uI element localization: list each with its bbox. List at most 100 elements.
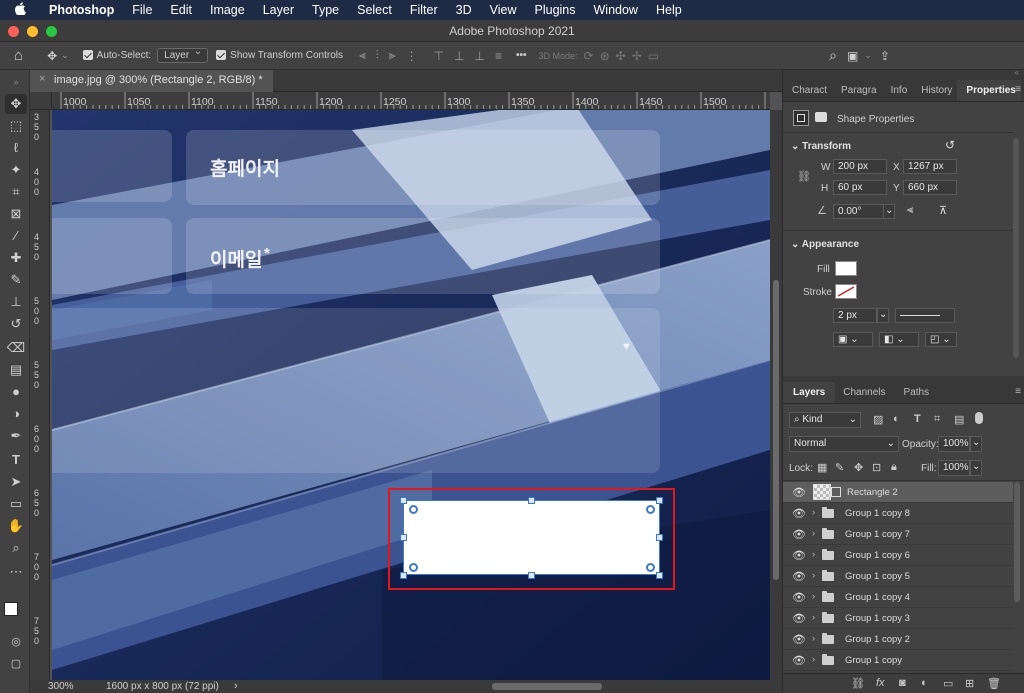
distribute-icon[interactable]: ⋮ — [406, 49, 418, 63]
stroke-type-dropdown[interactable] — [895, 308, 955, 323]
opacity-dropdown[interactable]: ⌄ — [970, 436, 982, 452]
dodge-tool-icon[interactable]: ◑ — [5, 404, 27, 424]
collapse-panels-icon[interactable]: « — [1015, 68, 1019, 77]
3d-pan-icon[interactable]: ✣ — [616, 49, 626, 63]
visibility-eye-icon[interactable]: 👁︎ — [792, 633, 806, 646]
fill-color-swatch[interactable] — [835, 261, 857, 276]
shape-properties-icon[interactable] — [793, 110, 809, 126]
menu-select[interactable]: Select — [348, 3, 401, 17]
move-tool-icon[interactable]: ✥ — [5, 94, 27, 114]
layer-row-group[interactable]: 👁︎ › Group 1 copy 8 — [783, 503, 1013, 524]
align-right-icon[interactable]: ⫸ — [389, 48, 396, 63]
filter-shape-icon[interactable]: ⌗ — [934, 413, 940, 426]
zoom-tool-icon[interactable]: ⌕ — [5, 538, 27, 558]
properties-scrollbar[interactable] — [1013, 138, 1019, 358]
delete-layer-icon[interactable]: 🗑︎ — [987, 677, 1001, 690]
width-field[interactable]: 200 px — [833, 159, 887, 174]
tab-info[interactable]: Info — [882, 80, 913, 101]
menu-plugins[interactable]: Plugins — [526, 3, 585, 17]
rectangle-tool-icon[interactable]: ▭ — [5, 494, 27, 514]
healing-brush-tool-icon[interactable]: ✚ — [5, 248, 27, 268]
filter-toggle[interactable] — [975, 412, 983, 424]
expand-group-icon[interactable]: › — [812, 528, 815, 539]
menu-layer[interactable]: Layer — [254, 3, 303, 17]
layers-scrollbar[interactable] — [1014, 482, 1020, 602]
expand-group-icon[interactable]: › — [812, 654, 815, 665]
expand-group-icon[interactable]: › — [812, 612, 815, 623]
transform-handle[interactable] — [656, 534, 663, 541]
expand-group-icon[interactable]: › — [812, 570, 815, 581]
distribute-vertical-icon[interactable]: ≡ — [495, 49, 502, 63]
mask-properties-icon[interactable] — [815, 112, 827, 122]
menu-edit[interactable]: Edit — [161, 3, 201, 17]
stroke-align-dropdown[interactable]: ▣ ⌄ — [833, 332, 873, 347]
share-icon[interactable]: ⇪ — [880, 49, 890, 63]
lock-artboard-icon[interactable]: ⊡ — [872, 461, 881, 474]
visibility-eye-icon[interactable]: 👁︎ — [792, 486, 806, 499]
auto-select-dropdown[interactable]: Layer — [157, 46, 209, 63]
transform-handle[interactable] — [528, 497, 535, 504]
reset-transform-icon[interactable]: ↺ — [945, 138, 955, 152]
home-icon[interactable]: ⌂ — [14, 47, 23, 64]
tab-history[interactable]: History — [912, 80, 957, 101]
visibility-eye-icon[interactable]: 👁︎ — [792, 507, 806, 520]
3d-roll-icon[interactable]: ⊛ — [600, 49, 610, 63]
path-selection-tool-icon[interactable]: ➤ — [5, 472, 27, 492]
fill-opacity-field[interactable]: 100% — [938, 460, 970, 476]
flip-vertical-icon[interactable]: ⊼ — [939, 204, 947, 217]
expand-group-icon[interactable]: › — [812, 633, 815, 644]
frame-tool-icon[interactable]: ⊠ — [5, 204, 27, 224]
apple-menu-icon[interactable] — [0, 2, 40, 18]
link-layers-icon[interactable]: ⛓ — [851, 677, 865, 690]
canvas-vertical-scrollbar[interactable] — [770, 110, 782, 680]
y-field[interactable]: 660 px — [903, 180, 957, 195]
tab-paragraph[interactable]: Paragra — [832, 80, 882, 101]
stroke-color-swatch[interactable] — [835, 284, 857, 299]
menu-3d[interactable]: 3D — [447, 3, 481, 17]
angle-dropdown[interactable]: ⌄ — [883, 204, 895, 219]
lasso-tool-icon[interactable]: ℓ — [5, 138, 27, 158]
transform-handle[interactable] — [656, 497, 663, 504]
gradient-tool-icon[interactable]: ▤ — [5, 360, 27, 380]
horizontal-ruler[interactable]: 1000 1050 1100 1150 1200 1250 1300 1350 … — [52, 92, 770, 110]
menu-image[interactable]: Image — [201, 3, 254, 17]
visibility-eye-icon[interactable]: 👁︎ — [792, 528, 806, 541]
menu-file[interactable]: File — [123, 3, 161, 17]
align-top-icon[interactable]: ⊤ — [434, 49, 444, 63]
foreground-color-swatch[interactable] — [4, 602, 18, 616]
blur-tool-icon[interactable]: ● — [5, 382, 27, 402]
quick-mask-icon[interactable]: ◎ — [5, 632, 27, 652]
layer-effects-icon[interactable]: fx — [876, 677, 885, 689]
eyedropper-tool-icon[interactable]: ⁄ — [5, 226, 27, 246]
height-field[interactable]: 60 px — [833, 180, 887, 195]
fill-opacity-dropdown[interactable]: ⌄ — [970, 460, 982, 476]
eraser-tool-icon[interactable]: ⌫ — [5, 338, 27, 358]
show-transform-checkbox[interactable] — [216, 50, 230, 61]
lock-pixels-icon[interactable]: ✎ — [835, 461, 844, 474]
layer-row-rectangle-2[interactable]: 👁︎ Rectangle 2 — [783, 482, 1013, 503]
marquee-tool-icon[interactable]: ⬚ — [5, 116, 27, 136]
filter-smart-object-icon[interactable]: ▤ — [954, 413, 964, 426]
transform-handle[interactable] — [400, 534, 407, 541]
layer-row-group[interactable]: 👁︎ › Group 1 copy 7 — [783, 524, 1013, 545]
3d-camera-icon[interactable]: ▭ — [648, 49, 659, 63]
type-tool-icon[interactable]: T — [5, 450, 27, 470]
panel-menu-icon[interactable]: ≡ — [1015, 84, 1021, 95]
new-group-icon[interactable]: ▭ — [943, 677, 953, 690]
auto-select-checkbox[interactable] — [82, 50, 97, 61]
layer-row-group[interactable]: 👁︎ › Group 1 copy 6 — [783, 545, 1013, 566]
menu-help[interactable]: Help — [647, 3, 691, 17]
transform-handle[interactable] — [528, 572, 535, 579]
transform-handle[interactable] — [400, 572, 407, 579]
chevron-down-icon[interactable]: ⌄ — [61, 50, 69, 61]
lock-position-icon[interactable]: ✥ — [854, 461, 863, 474]
hand-tool-icon[interactable]: ✋ — [5, 516, 27, 536]
menu-type[interactable]: Type — [303, 3, 348, 17]
stroke-width-dropdown[interactable]: ⌄ — [877, 308, 889, 323]
status-menu-arrow[interactable]: › — [234, 680, 238, 692]
menu-filter[interactable]: Filter — [401, 3, 447, 17]
tab-layers[interactable]: Layers — [783, 382, 836, 403]
chevron-down-icon[interactable]: ⌄ — [864, 50, 872, 61]
close-tab-icon[interactable]: × — [39, 73, 45, 85]
appearance-section-header[interactable]: ⌄ Appearance — [791, 239, 859, 250]
